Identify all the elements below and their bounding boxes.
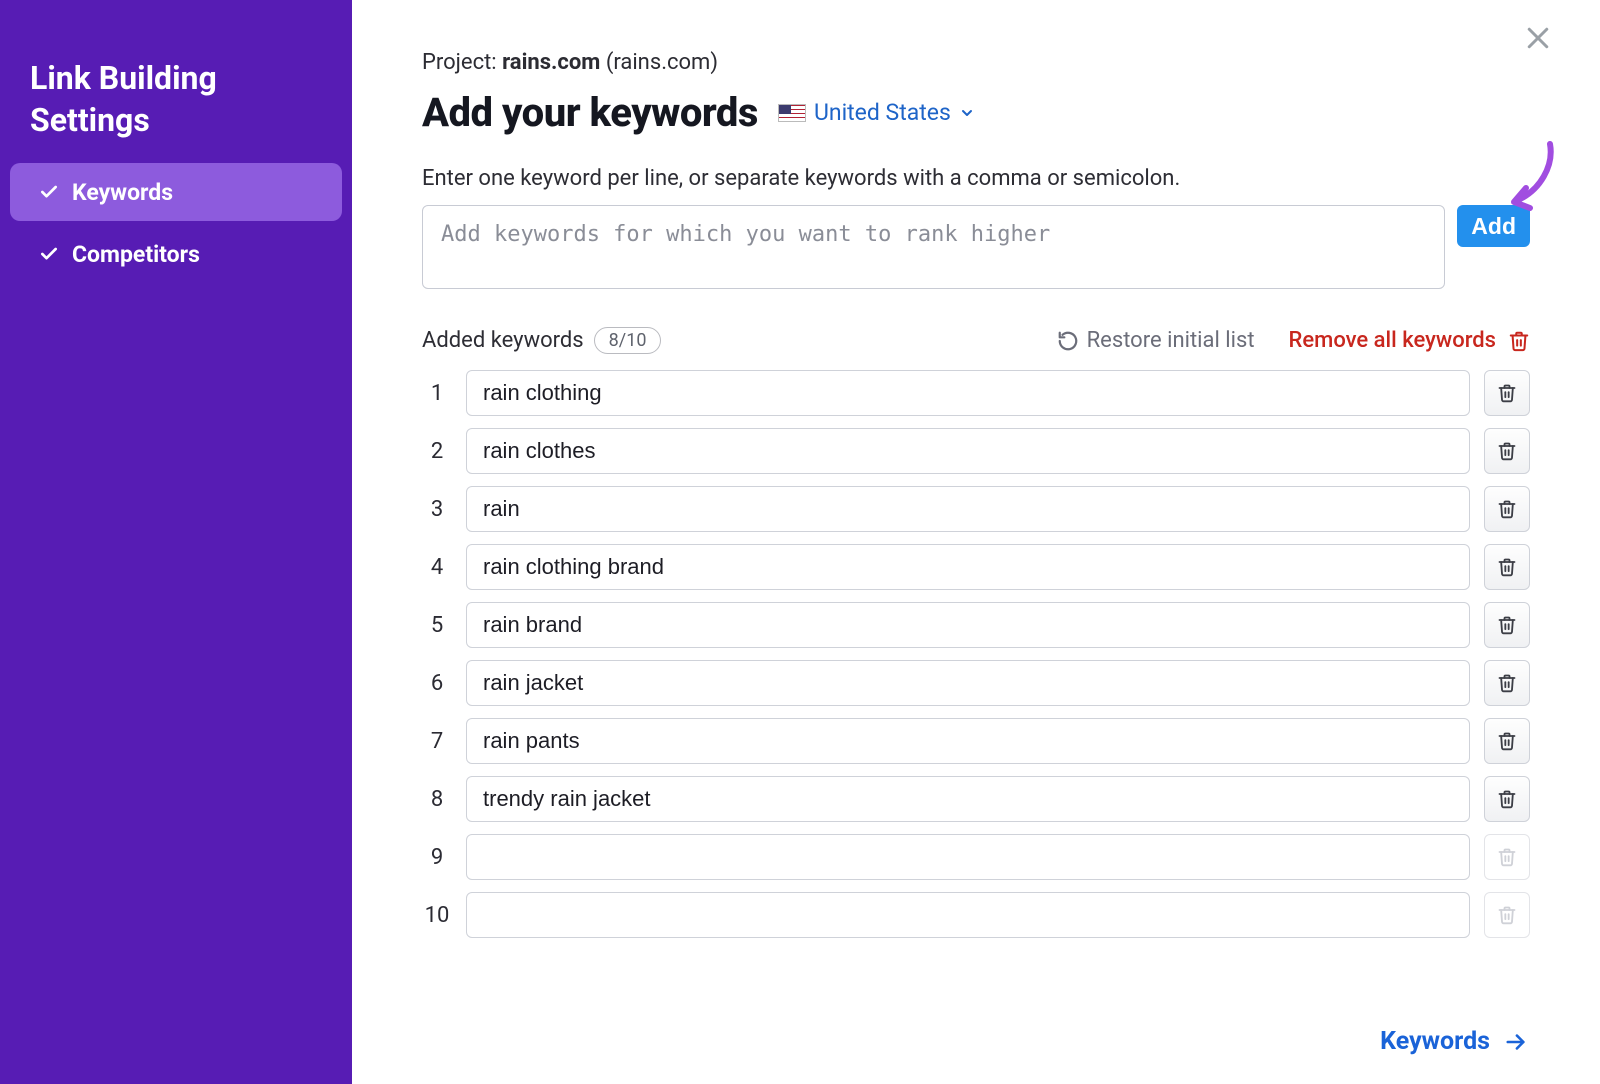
remove-all-label: Remove all keywords (1289, 328, 1496, 353)
trash-icon (1497, 383, 1517, 403)
trash-icon (1497, 615, 1517, 635)
delete-keyword-button (1484, 834, 1530, 880)
keyword-input[interactable] (466, 892, 1470, 938)
trash-icon (1497, 499, 1517, 519)
heading-row: Add your keywords United States (422, 89, 1530, 136)
keyword-row-number: 5 (422, 613, 452, 638)
trash-icon (1497, 731, 1517, 751)
country-label: United States (814, 99, 951, 126)
close-icon (1523, 23, 1553, 53)
keyword-row-number: 3 (422, 497, 452, 522)
keyword-row-number: 2 (422, 439, 452, 464)
sidebar: Link Building Settings Keywords Competito… (0, 0, 352, 1084)
keyword-row: 4 (422, 544, 1530, 590)
trash-icon (1497, 847, 1517, 867)
keyword-row-number: 10 (422, 903, 452, 928)
delete-keyword-button[interactable] (1484, 544, 1530, 590)
remove-all-keywords-link[interactable]: Remove all keywords (1289, 328, 1530, 353)
close-button[interactable] (1518, 18, 1558, 58)
us-flag-icon (778, 104, 806, 122)
keyword-input[interactable] (466, 544, 1470, 590)
sidebar-item-label: Competitors (72, 241, 200, 268)
keyword-row-number: 4 (422, 555, 452, 580)
project-domain: (rains.com) (606, 50, 718, 75)
keyword-input[interactable] (466, 718, 1470, 764)
sidebar-nav: Keywords Competitors (0, 163, 352, 283)
keyword-row: 6 (422, 660, 1530, 706)
added-keywords-label: Added keywords (422, 328, 584, 353)
add-keywords-row: Add (422, 205, 1530, 289)
keyword-row: 2 (422, 428, 1530, 474)
keyword-input[interactable] (466, 776, 1470, 822)
keyword-row-number: 1 (422, 381, 452, 406)
keyword-row: 3 (422, 486, 1530, 532)
keywords-textarea[interactable] (422, 205, 1445, 289)
delete-keyword-button[interactable] (1484, 370, 1530, 416)
country-selector[interactable]: United States (778, 99, 975, 126)
main-panel: Project: rains.com (rains.com) Add your … (352, 0, 1600, 1084)
check-icon (38, 181, 60, 203)
trash-icon (1497, 441, 1517, 461)
restore-initial-list-link[interactable]: Restore initial list (1057, 328, 1255, 353)
delete-keyword-button (1484, 892, 1530, 938)
keyword-row: 9 (422, 834, 1530, 880)
delete-keyword-button[interactable] (1484, 486, 1530, 532)
next-step-link[interactable]: Keywords (1380, 1027, 1530, 1056)
delete-keyword-button[interactable] (1484, 718, 1530, 764)
keywords-list: 1 2 3 4 5 6 7 8 9 10 (422, 370, 1530, 938)
keyword-row-number: 8 (422, 787, 452, 812)
project-name: rains.com (502, 50, 600, 75)
keyword-row: 5 (422, 602, 1530, 648)
keyword-input[interactable] (466, 834, 1470, 880)
sidebar-item-label: Keywords (72, 179, 173, 206)
keyword-input[interactable] (466, 602, 1470, 648)
instructions-text: Enter one keyword per line, or separate … (422, 166, 1530, 191)
chevron-down-icon (959, 105, 975, 121)
keyword-row-number: 6 (422, 671, 452, 696)
delete-keyword-button[interactable] (1484, 776, 1530, 822)
restore-icon (1057, 330, 1079, 352)
keyword-input[interactable] (466, 370, 1470, 416)
trash-icon (1497, 673, 1517, 693)
page-title: Add your keywords (422, 89, 758, 136)
keywords-count-badge: 8/10 (594, 327, 662, 354)
keyword-row: 7 (422, 718, 1530, 764)
restore-label: Restore initial list (1087, 328, 1255, 353)
trash-icon (1497, 905, 1517, 925)
delete-keyword-button[interactable] (1484, 602, 1530, 648)
sidebar-item-competitors[interactable]: Competitors (10, 225, 342, 283)
check-icon (38, 243, 60, 265)
keyword-row-number: 7 (422, 729, 452, 754)
trash-icon (1508, 330, 1530, 352)
keyword-row: 10 (422, 892, 1530, 938)
keyword-input[interactable] (466, 428, 1470, 474)
delete-keyword-button[interactable] (1484, 660, 1530, 706)
next-step-label: Keywords (1380, 1027, 1490, 1056)
keyword-input[interactable] (466, 486, 1470, 532)
keyword-input[interactable] (466, 660, 1470, 706)
project-line: Project: rains.com (rains.com) (422, 50, 1530, 75)
trash-icon (1497, 789, 1517, 809)
callout-arrow-icon (1500, 140, 1560, 222)
arrow-right-icon (1502, 1031, 1530, 1053)
keyword-row: 8 (422, 776, 1530, 822)
added-keywords-header: Added keywords 8/10 Restore initial list… (422, 327, 1530, 354)
keyword-row: 1 (422, 370, 1530, 416)
keyword-row-number: 9 (422, 845, 452, 870)
project-prefix: Project: (422, 50, 502, 75)
trash-icon (1497, 557, 1517, 577)
sidebar-item-keywords[interactable]: Keywords (10, 163, 342, 221)
sidebar-title: Link Building Settings (0, 58, 352, 159)
delete-keyword-button[interactable] (1484, 428, 1530, 474)
